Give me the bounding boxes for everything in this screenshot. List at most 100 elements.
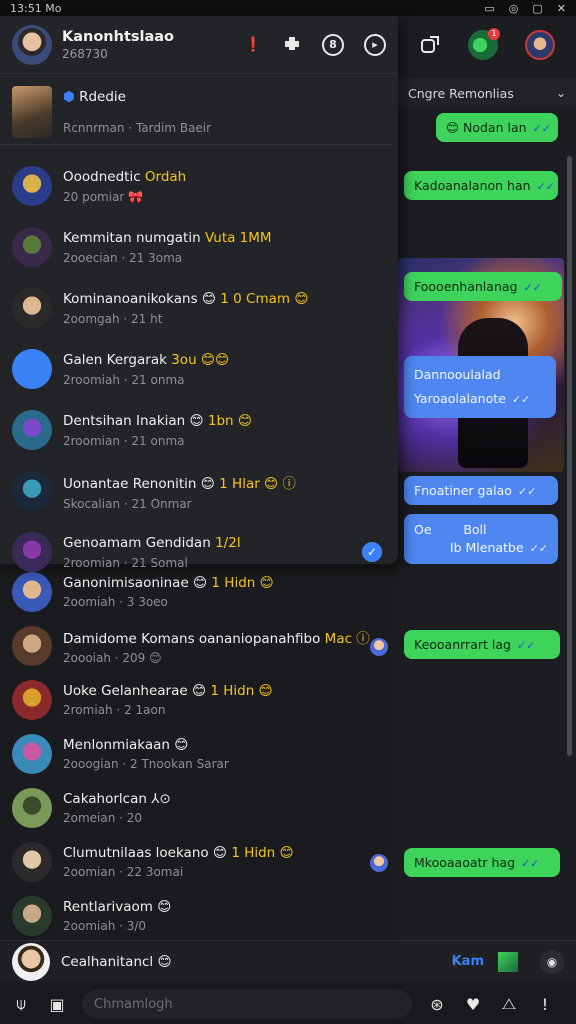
contact-tag: Mac ⓘ xyxy=(324,631,370,647)
contact-subtitle: 2ooecian · 21 3oma xyxy=(63,250,183,265)
contact-avatar xyxy=(12,288,52,328)
panel-header: Kanonhtslaao 268730 ❗ 8 ▸ xyxy=(0,16,398,74)
contact-name: Galen Kergarak 3ou 😊😊 xyxy=(63,352,229,368)
contact-row[interactable]: Clumutnilaas loekano 😊 1 Hidn 😊 2oomian ·… xyxy=(0,834,398,890)
more-icon[interactable]: ! xyxy=(534,995,556,1014)
message-text: Foooenhanlanag xyxy=(414,279,518,294)
share-icon[interactable]: ⧍ xyxy=(498,994,520,1014)
contact-avatar xyxy=(12,842,52,882)
contact-row[interactable]: Kominanoanikokans 😊 1 0 Cmam 😊 2oomgah · … xyxy=(0,278,398,338)
pinned-contact[interactable]: ⬢ Rdedie Rcnnrman · Tardim Baeir xyxy=(0,76,398,148)
contact-avatar xyxy=(12,788,52,828)
message-bubble[interactable]: Keooanrrart lag ✓✓ xyxy=(404,630,560,659)
status-icon[interactable]: 8 xyxy=(322,33,344,56)
contact-name: Ooodnedtic Ordah xyxy=(63,169,186,185)
contact-avatar[interactable] xyxy=(12,942,50,981)
contact-name: Uonantae Renonitin 😊 1 Hlar 😊 ⓘ xyxy=(63,472,296,492)
chat-filter-dropdown[interactable]: Cngre Remonlias ⌄ xyxy=(398,78,576,108)
gif-icon[interactable]: ⊛ xyxy=(426,995,448,1014)
sticker-icon[interactable] xyxy=(498,951,518,972)
contact-text: Galen Kergarak 3ou 😊😊 2roomiah · 21 onma xyxy=(63,352,229,387)
contact-name: Dentsihan Inakian 😊 1bn 😊 xyxy=(63,413,252,429)
chat-filter-label: Cngre Remonlias xyxy=(408,85,514,101)
contact-row[interactable]: Damidome Komans oananiopanahfibo Mac ⓘ 2o… xyxy=(0,618,398,674)
read-tick-icon: ✓✓ xyxy=(516,639,536,652)
message-input[interactable] xyxy=(82,990,412,1018)
contact-subtitle: 2roomiah · 21 onma xyxy=(63,372,185,387)
contact-text: Clumutnilaas loekano 😊 1 Hidn 😊 2oomian ·… xyxy=(63,845,294,879)
message-bubble[interactable]: Kadoanalanon han ✓✓ xyxy=(404,171,558,200)
contact-avatar xyxy=(12,349,52,389)
read-tick-icon: ✓✓ xyxy=(532,122,551,135)
message-text: Yaroaolalanote xyxy=(414,391,506,406)
contact-row[interactable]: Cakahorlcan ⅄⊙ 2omeian · 20 xyxy=(0,780,398,836)
message-bubble[interactable]: Dannooulalad Yaroaolalanote ✓✓ xyxy=(404,356,556,418)
close-icon[interactable]: ✕ xyxy=(557,2,566,15)
status-avatar-icon[interactable]: 1 xyxy=(467,28,500,60)
contact-text: Uoke Gelanhearae 😊 1 Hidn 😊 2romiah · 2 1… xyxy=(63,683,273,717)
play-icon[interactable]: ▸ xyxy=(364,33,386,56)
chat-scrollbar[interactable] xyxy=(567,156,572,756)
puzzle-icon[interactable] xyxy=(282,33,302,57)
read-tick-icon: ✓✓ xyxy=(521,857,540,870)
message-text: Keooanrrart lag xyxy=(414,637,511,652)
notification-badge: 1 xyxy=(487,28,500,40)
contact-subtitle: 2oomiah · 3 3oeo xyxy=(63,595,168,609)
contact-avatar xyxy=(12,626,52,666)
contact-subtitle: 2roomian · 21 onma xyxy=(63,433,185,448)
contact-name-text: Clumutnilaas loekano 😊 xyxy=(63,845,232,861)
read-tick-icon: ✓✓ xyxy=(511,393,531,406)
seen-avatar-icon xyxy=(370,854,388,872)
emoji-icon[interactable]: ◉ xyxy=(540,949,564,974)
contact-subtitle: 2romiah · 2 1aon xyxy=(63,703,166,717)
contact-row[interactable]: Galen Kergarak 3ou 😊😊 2roomiah · 21 onma xyxy=(0,339,398,399)
contact-tag: 1bn 😊 xyxy=(207,412,252,429)
contact-name: Rentlarivaom 😊 xyxy=(63,899,171,915)
contact-text: Genoamam Gendidan 1/2I 2roomian · 21 Soma… xyxy=(63,535,241,570)
contact-subtitle: 2oomiah · 3/0 xyxy=(63,919,147,933)
chat-toolbar: 1 xyxy=(398,16,576,74)
message-bubble[interactable]: 😊 Nodan lan ✓✓ xyxy=(436,113,558,142)
contact-row[interactable]: Ooodnedtic Ordah 20 pomiar 🎀 xyxy=(0,156,398,216)
contact-avatar xyxy=(12,680,52,720)
contact-subtitle: 2oooiah · 209 😊 xyxy=(63,651,162,665)
app-window: 13:51 Mo ▭ ◎ ▢ ✕ 1 Cngre Remonlias ⌄ 😊 N… xyxy=(0,0,576,1024)
contact-name-text: Galen Kergarak xyxy=(63,351,172,368)
contact-name-text: Genoamam Gendidan xyxy=(63,534,216,551)
page-title: Kanonhtslaao xyxy=(62,28,175,45)
profile-avatar[interactable] xyxy=(524,30,555,60)
send-button[interactable]: Kam xyxy=(452,954,484,969)
contact-avatar xyxy=(12,86,52,138)
attach-icon[interactable]: ⍦ xyxy=(10,994,32,1014)
contact-avatar xyxy=(12,471,52,511)
message-text: Mkooaaoatr hag xyxy=(414,855,516,870)
contact-row[interactable]: Uonantae Renonitin 😊 1 Hlar 😊 ⓘ Skocalian… xyxy=(0,461,398,521)
heart-icon[interactable]: ♥ xyxy=(462,995,484,1014)
contact-row[interactable]: Dentsihan Inakian 😊 1bn 😊 2roomian · 21 o… xyxy=(0,400,398,460)
contact-row[interactable]: Menlonmiakaan 😊 2ooogian · 2 Tnookan Sara… xyxy=(0,726,398,782)
alert-icon[interactable]: ❗ xyxy=(245,37,262,53)
contact-row[interactable]: Kemmitan numgatin Vuta 1MM 2ooecian · 21 … xyxy=(0,217,398,277)
contact-subtitle: 2oomgah · 21 ht xyxy=(63,311,163,326)
new-window-icon[interactable] xyxy=(419,34,441,56)
divider xyxy=(0,144,392,145)
message-bubble[interactable]: Mkooaaoatr hag ✓✓ xyxy=(404,848,560,877)
contact-tag: 1 0 Cmam 😊 xyxy=(220,290,309,307)
contact-name-text: Menlonmiakaan 😊 xyxy=(63,737,189,753)
contact-row[interactable]: Genoamam Gendidan 1/2I 2roomian · 21 Soma… xyxy=(0,522,398,582)
contact-name: Cakahorlcan ⅄⊙ xyxy=(63,791,171,807)
message-bubble[interactable]: Oe Boll Ib Mlenatbe ✓✓ xyxy=(404,514,558,564)
header-text: Kanonhtslaao 268730 xyxy=(62,29,174,61)
contact-row[interactable]: Uoke Gelanhearae 😊 1 Hidn 😊 2romiah · 2 1… xyxy=(0,672,398,728)
page-subtitle: 268730 xyxy=(62,46,108,61)
user-avatar[interactable] xyxy=(12,24,52,65)
camera-icon[interactable]: ▣ xyxy=(46,995,68,1014)
message-bubble[interactable]: Foooenhanlanag ✓✓ xyxy=(404,272,562,301)
message-bubble[interactable]: Fnoatiner galao ✓✓ xyxy=(404,476,558,505)
contact-name-text: Ooodnedtic xyxy=(63,168,145,185)
input-bar: ⍦ ▣ ⊛ ♥ ⧍ ! xyxy=(0,984,576,1024)
contact-name-text: Kominanoanikokans 😊 xyxy=(63,290,221,307)
contact-row[interactable]: Rentlarivaom 😊 2oomiah · 3/0 xyxy=(0,888,398,944)
contact-avatar xyxy=(12,166,52,206)
contact-text: Uonantae Renonitin 😊 1 Hlar 😊 ⓘ Skocalian… xyxy=(63,472,296,511)
